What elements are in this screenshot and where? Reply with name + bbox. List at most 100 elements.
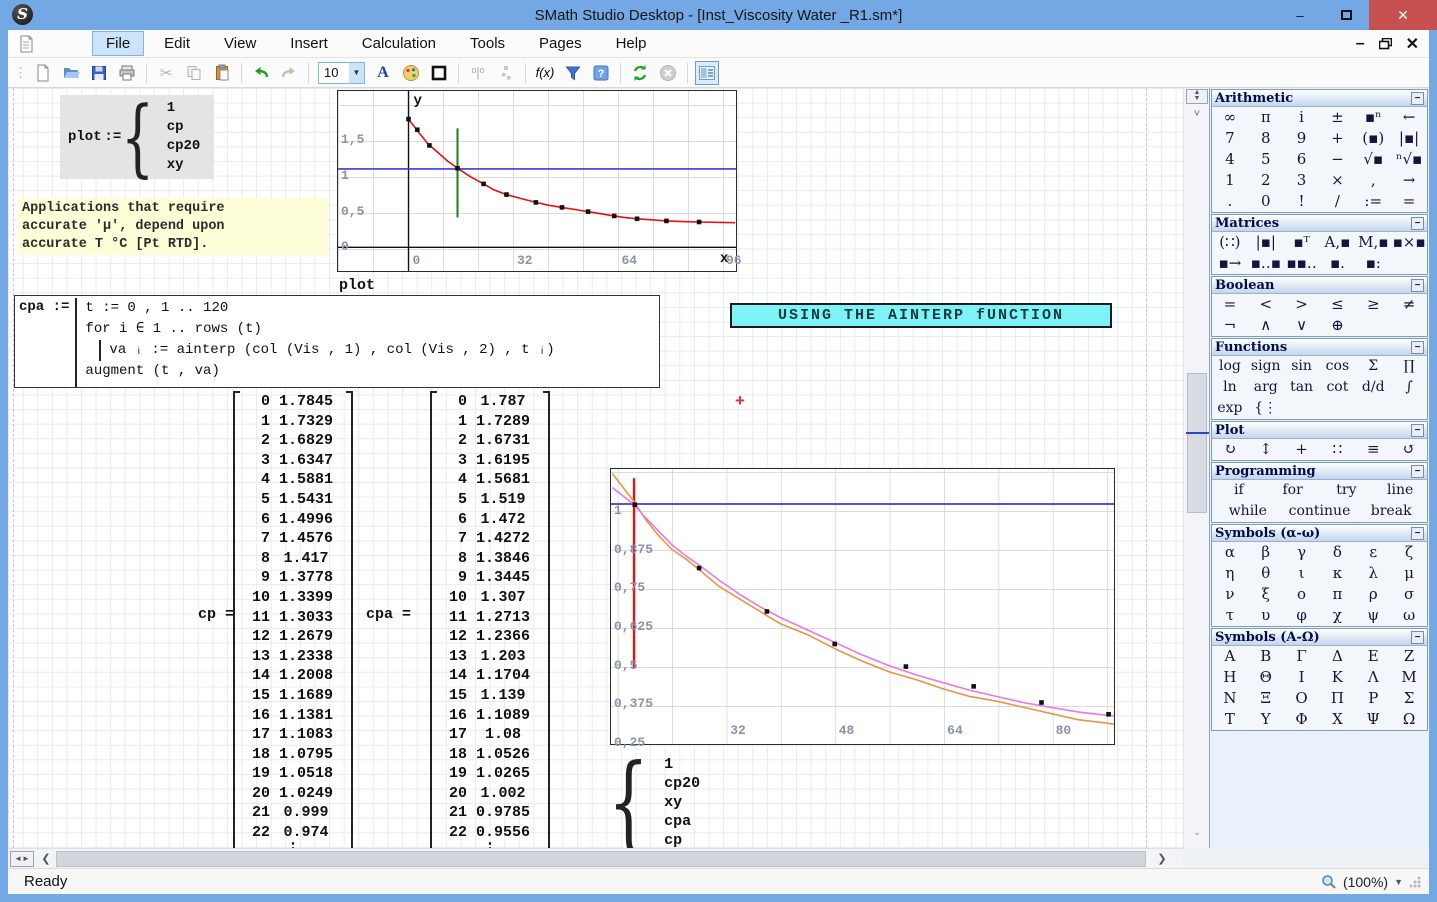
palette-key[interactable]: Φ (1284, 709, 1320, 730)
horizontal-splitter-button[interactable]: ◄► (10, 851, 34, 867)
palette-key[interactable]: 0 (1248, 191, 1284, 212)
palette-key[interactable]: Ρ (1355, 688, 1391, 709)
palette-key[interactable]: 8 (1248, 128, 1284, 149)
font-button[interactable]: A (371, 61, 395, 85)
summation-button[interactable]: Σ (1355, 356, 1391, 377)
open-file-button[interactable] (59, 61, 83, 85)
viscosity-plot-large[interactable]: 10,8750,750,6250,50,3750,2532486480 (610, 468, 1115, 745)
cut-button[interactable]: ✂ (154, 61, 178, 85)
palette-key[interactable]: while (1212, 501, 1284, 522)
palette-key[interactable]: 7 (1212, 128, 1248, 149)
palette-key[interactable]: exp (1212, 398, 1248, 419)
palette-key[interactable]: Σ (1391, 688, 1427, 709)
horizontal-scroll-thumb[interactable] (56, 851, 1146, 867)
matrix-insert-button[interactable]: (∷) (1212, 232, 1248, 253)
palette-key[interactable]: sin (1284, 356, 1320, 377)
palette-key[interactable]: for (1266, 480, 1320, 501)
child-restore-button[interactable] (1379, 38, 1392, 50)
palette-key[interactable]: ∞ (1212, 107, 1248, 128)
palette-key[interactable]: ζ (1391, 542, 1427, 563)
palette-key[interactable]: ± (1319, 107, 1355, 128)
color-palette-button[interactable] (399, 61, 423, 85)
collapse-button[interactable]: − (1411, 279, 1424, 292)
collapse-button[interactable]: − (1411, 527, 1424, 540)
palette-key[interactable]: ∨ (1284, 315, 1320, 336)
palette-key[interactable]: ≥ (1355, 294, 1391, 315)
palette-key[interactable]: υ (1248, 605, 1284, 626)
palette-key[interactable]: if (1212, 480, 1266, 501)
palette-key[interactable]: Τ (1212, 709, 1248, 730)
new-file-button[interactable] (31, 61, 55, 85)
worksheet-canvas[interactable]: plot := { 1cpcp20xy Applications that re… (8, 88, 1183, 848)
viscosity-plot-small[interactable]: 1,510,500326496yx (337, 90, 737, 272)
menu-calculation[interactable]: Calculation (348, 31, 450, 56)
units-button[interactable]: º|º (466, 61, 490, 85)
palette-key[interactable]: β (1248, 542, 1284, 563)
palette-key[interactable]: tan (1284, 377, 1320, 398)
zoom-level[interactable]: (100%) (1343, 874, 1388, 890)
menu-file[interactable]: File (92, 31, 144, 56)
palette-key[interactable]: η (1212, 563, 1248, 584)
product-button[interactable]: ∏ (1391, 356, 1427, 377)
print-button[interactable] (115, 61, 139, 85)
palette-key[interactable]: arg (1248, 377, 1284, 398)
palette-key[interactable]: ω (1391, 605, 1427, 626)
palette-key[interactable]: σ (1391, 584, 1427, 605)
menu-insert[interactable]: Insert (276, 31, 342, 56)
element-button[interactable]: ▪. (1319, 253, 1355, 274)
palette-key[interactable]: Ξ (1248, 688, 1284, 709)
palette-key[interactable]: 1 (1212, 170, 1248, 191)
palette-key[interactable]: τ (1212, 605, 1248, 626)
resize-grip[interactable] (1409, 876, 1421, 888)
paste-button[interactable] (210, 61, 234, 85)
palette-key[interactable]: line (1373, 480, 1427, 501)
numeric-evaluate-button[interactable]: = (1391, 191, 1427, 212)
palette-key[interactable]: ρ (1355, 584, 1391, 605)
palette-section-header[interactable]: Programming− (1212, 463, 1427, 480)
filter-button[interactable] (561, 61, 585, 85)
palette-key[interactable]: 9 (1284, 128, 1320, 149)
fraction-view-button[interactable] (494, 61, 518, 85)
palette-key[interactable]: ∧ (1248, 315, 1284, 336)
palette-key[interactable]: × (1319, 170, 1355, 191)
palette-key[interactable]: cos (1319, 356, 1355, 377)
palette-key[interactable]: ε (1355, 542, 1391, 563)
palette-key[interactable]: 6 (1284, 149, 1320, 170)
palette-key[interactable]: + (1319, 128, 1355, 149)
plot-definition-region[interactable]: plot := { 1cpcp20xy (60, 95, 214, 179)
close-button[interactable]: ✕ (1369, 0, 1437, 30)
power-button[interactable]: ▪ⁿ (1355, 107, 1391, 128)
border-button[interactable] (427, 61, 451, 85)
side-panel-toggle-button[interactable] (695, 61, 719, 85)
range-button[interactable]: ▪‥▪ (1248, 253, 1284, 274)
palette-key[interactable]: Ι (1284, 667, 1320, 688)
vectorize-button[interactable]: ▪→ (1212, 253, 1248, 274)
palette-key[interactable]: Θ (1248, 667, 1284, 688)
vertical-splitter-button[interactable]: ▲▼ (1186, 89, 1208, 104)
palette-key[interactable]: π (1319, 584, 1355, 605)
palette-key[interactable]: 2 (1248, 170, 1284, 191)
palette-key[interactable]: ⊕ (1319, 315, 1355, 336)
minimize-button[interactable]: – (1277, 0, 1323, 30)
palette-section-header[interactable]: Matrices− (1212, 215, 1427, 232)
horizontal-scrollbar[interactable]: ◄► ❮ ❯ (8, 848, 1183, 868)
recalculate-button[interactable] (628, 61, 652, 85)
vertical-scrollbar[interactable]: ▲▼ ˅ ˇ (1183, 88, 1209, 848)
palette-key[interactable]: λ (1355, 563, 1391, 584)
maximize-button[interactable] (1323, 0, 1369, 30)
scroll-up-button[interactable]: ˅ (1184, 106, 1210, 123)
palette-key[interactable]: ψ (1355, 605, 1391, 626)
transpose-button[interactable]: ▪ᵀ (1284, 232, 1320, 253)
derivative-button[interactable]: d∕d (1355, 377, 1391, 398)
evaluate-arrow-button[interactable]: → (1391, 170, 1427, 191)
palette-key[interactable]: log (1212, 356, 1248, 377)
palette-key[interactable]: ≤ (1319, 294, 1355, 315)
palette-section-header[interactable]: Symbols (A-Ω)− (1212, 629, 1427, 646)
palette-key[interactable]: α (1212, 542, 1248, 563)
child-close-button[interactable]: ✕ (1406, 34, 1419, 54)
palette-key[interactable]: γ (1284, 542, 1320, 563)
collapse-button[interactable]: − (1411, 465, 1424, 478)
palette-section-header[interactable]: Arithmetic− (1212, 90, 1427, 107)
palette-key[interactable]: Ψ (1355, 709, 1391, 730)
toolbar-grip[interactable]: ⋮ (14, 65, 25, 81)
